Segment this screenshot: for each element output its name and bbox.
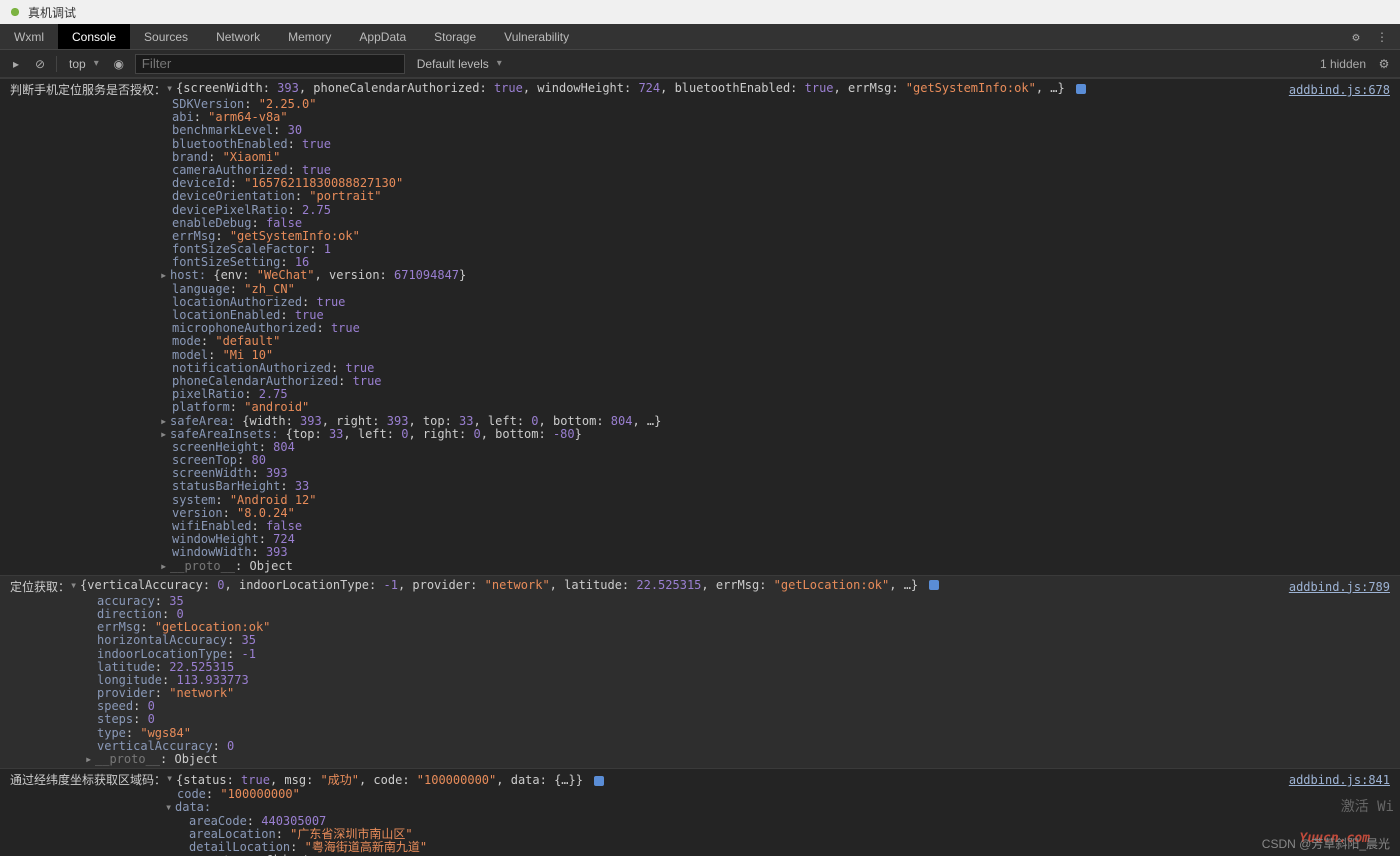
expand-caret[interactable] (85, 753, 95, 766)
more-icon[interactable]: ⋮ (1374, 29, 1390, 45)
expand-caret[interactable] (160, 560, 170, 573)
scope-dropdown[interactable]: top (65, 55, 103, 73)
console-toolbar: ▸ ⊘ top ◉ Default levels 1 hidden ⚙ (0, 50, 1400, 78)
toggle-sidebar-icon[interactable]: ▸ (8, 56, 24, 72)
tab-console[interactable]: Console (58, 24, 130, 49)
tab-sources[interactable]: Sources (130, 24, 202, 49)
tab-vulnerability[interactable]: Vulnerability (490, 24, 583, 49)
expand-caret[interactable] (160, 415, 170, 428)
tab-storage[interactable]: Storage (420, 24, 490, 49)
source-link[interactable]: addbind.js:789 (1289, 580, 1390, 594)
levels-dropdown[interactable]: Default levels (413, 55, 506, 73)
object-summary[interactable]: {status: true, msg: "成功", code: "1000000… (176, 771, 604, 788)
expand-caret[interactable] (160, 428, 170, 441)
app-icon (8, 5, 22, 19)
info-badge-icon[interactable] (929, 580, 939, 590)
watermark-csdn: CSDN @芳草斜阳_晨光 (1262, 835, 1390, 852)
clear-console-icon[interactable]: ⊘ (32, 56, 48, 72)
tab-memory[interactable]: Memory (274, 24, 345, 49)
console-output[interactable]: addbind.js:678 判断手机定位服务是否授权： {screenWidt… (0, 78, 1400, 856)
object-tree: code: "100000000" data: areaCode: 440305… (10, 788, 1390, 856)
window-titlebar: 真机调试 (0, 0, 1400, 24)
hidden-count[interactable]: 1 hidden (1320, 57, 1366, 71)
expand-caret[interactable] (166, 771, 176, 785)
info-badge-icon[interactable] (1076, 84, 1086, 94)
source-link[interactable]: addbind.js:678 (1289, 83, 1390, 97)
log-entry: addbind.js:789 定位获取： {verticalAccuracy: … (0, 575, 1400, 768)
object-summary[interactable]: {screenWidth: 393, phoneCalendarAuthoriz… (176, 81, 1086, 95)
filter-input[interactable] (135, 54, 405, 74)
expand-caret[interactable] (160, 269, 170, 282)
log-entry: addbind.js:678 判断手机定位服务是否授权： {screenWidt… (0, 78, 1400, 575)
log-label: 通过经纬度坐标获取区域码： (10, 771, 166, 788)
log-entry: addbind.js:841 通过经纬度坐标获取区域码： {status: tr… (0, 768, 1400, 856)
tab-appdata[interactable]: AppData (345, 24, 420, 49)
tab-wxml[interactable]: Wxml (0, 24, 58, 49)
source-link[interactable]: addbind.js:841 (1289, 773, 1390, 787)
object-tree: accuracy: 35 direction: 0 errMsg: "getLo… (10, 595, 1390, 766)
watermark-activate: 激活 Wi (1341, 796, 1394, 816)
info-badge-icon[interactable] (594, 776, 604, 786)
tab-network[interactable]: Network (202, 24, 274, 49)
devtools-tabs: Wxml Console Sources Network Memory AppD… (0, 24, 1400, 50)
gear-icon[interactable]: ⚙ (1376, 56, 1392, 72)
expand-caret[interactable] (165, 801, 175, 814)
object-tree: SDKVersion: "2.25.0" abi: "arm64-v8a" be… (10, 98, 1390, 573)
settings-icon[interactable]: ⚙ (1348, 29, 1364, 45)
log-label: 定位获取： (10, 578, 70, 595)
window-title: 真机调试 (28, 4, 76, 21)
expand-caret[interactable] (70, 578, 80, 592)
expand-caret[interactable] (166, 81, 176, 95)
object-summary[interactable]: {verticalAccuracy: 0, indoorLocationType… (80, 578, 939, 592)
live-expression-icon[interactable]: ◉ (111, 56, 127, 72)
log-label: 判断手机定位服务是否授权： (10, 81, 166, 98)
